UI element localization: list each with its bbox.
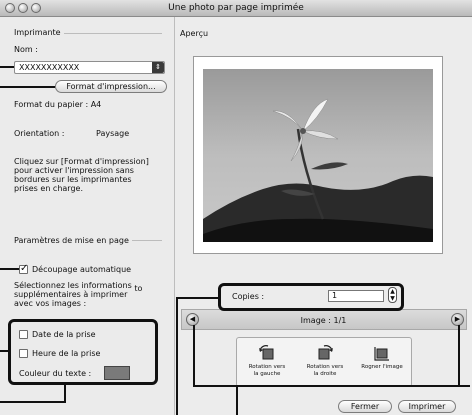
close-button[interactable]: Fermer [338, 400, 392, 413]
rotate-left-button[interactable]: Rotation vers la gauche [244, 345, 290, 378]
callout-leader-line [0, 401, 66, 403]
info-line: prises en charge. [14, 184, 83, 193]
print-dialog-window: Une photo par page imprimée Imprimante N… [0, 0, 472, 415]
orientation-label: Orientation : [14, 129, 65, 138]
callout-leader-line [458, 325, 460, 386]
extra-info-text: Sélectionnez les informations to supplém… [14, 281, 142, 308]
name-label: Nom : [14, 45, 38, 54]
callout-leader-line [176, 297, 178, 415]
checkmark-icon: ✓ [20, 263, 29, 274]
info-line: pour activer l'impression sans [14, 166, 134, 175]
callout-leader-line [236, 385, 238, 415]
window-title: Une photo par page imprimée [168, 3, 304, 13]
printer-select-value: XXXXXXXXXXX [19, 63, 80, 72]
callout-leader-line [193, 325, 195, 386]
crop-icon [374, 347, 389, 361]
borderless-info-text: Cliquez sur [Format d'impression] pour a… [14, 157, 149, 193]
title-bar: Une photo par page imprimée [0, 0, 472, 17]
callout-copies [218, 283, 404, 311]
callout-leader-line [176, 297, 218, 299]
info-line: Cliquez sur [Format d'impression] [14, 157, 149, 166]
crop-image-button[interactable]: Rogner l'image [356, 345, 408, 371]
callout-leader-line [0, 268, 19, 270]
extra-info-line: Sélectionnez les informations [14, 281, 132, 290]
tool-label: Rotation vers [248, 364, 286, 370]
print-button[interactable]: Imprimer [398, 400, 456, 413]
auto-crop-label: Découpage automatique [32, 265, 132, 274]
callout-leader-line [0, 66, 14, 68]
callout-leader-line [0, 350, 8, 352]
printer-group-title: Imprimante [14, 28, 64, 37]
select-arrows-icon: ⇕ [152, 62, 164, 73]
callout-leader-line [193, 385, 470, 387]
callout-leader-line [0, 86, 55, 88]
callout-leader-line [64, 385, 66, 403]
rotate-right-button[interactable]: Rotation vers la droite [302, 345, 348, 378]
tool-label: la gauche [253, 371, 281, 377]
extra-info-line: supplémentaires à imprimer [14, 290, 128, 299]
preview-photo [203, 69, 433, 242]
printer-select[interactable]: XXXXXXXXXXX ⇕ [14, 61, 165, 74]
rotate-left-icon [259, 345, 274, 360]
info-line: bordures sur les imprimantes [14, 175, 132, 184]
rotate-right-icon [318, 345, 333, 360]
tool-label: Rogner l'image [361, 364, 403, 370]
extra-info-suffix: to [134, 284, 143, 293]
layout-group-title: Paramètres de mise en page [14, 236, 132, 245]
paper-format-text: Format du papier : A4 [14, 100, 102, 109]
tool-label: Rotation vers [306, 364, 344, 370]
orientation-value: Paysage [96, 129, 130, 138]
auto-crop-checkbox[interactable]: ✓ [19, 263, 29, 274]
callout-date-options [8, 319, 158, 385]
preview-label: Aperçu [180, 29, 209, 38]
extra-info-line: avec vos images : [14, 299, 87, 308]
page-setup-button[interactable]: Format d'impression... [55, 80, 167, 93]
tool-label: la droite [313, 371, 337, 377]
